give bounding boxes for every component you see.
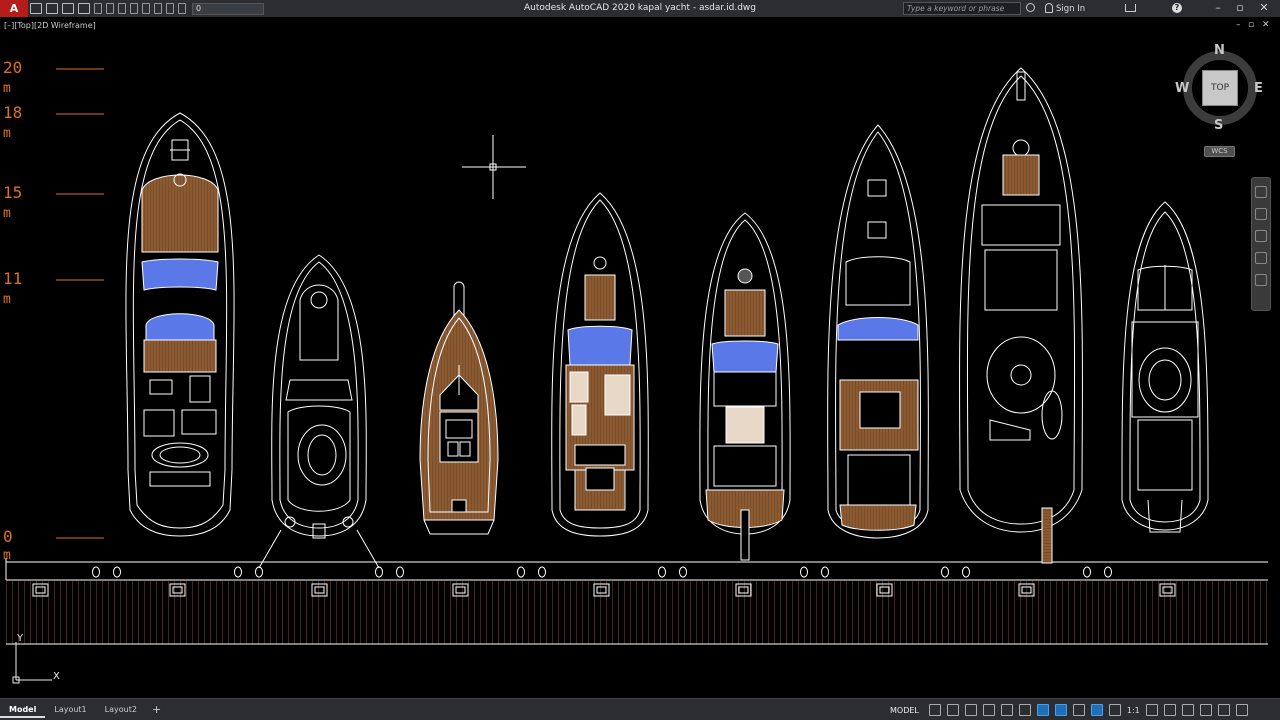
- compass-west[interactable]: W: [1175, 81, 1189, 96]
- sign-in-link[interactable]: Sign In: [1056, 4, 1085, 14]
- status-toggles: MODEL 1:1: [887, 702, 1251, 718]
- annotation-scale[interactable]: 1:1: [1127, 706, 1140, 715]
- redo-icon[interactable]: [130, 3, 138, 14]
- yacht-3: [419, 281, 499, 535]
- viewcube[interactable]: TOP N S E W: [1175, 43, 1263, 133]
- ucs-y-label: Y: [17, 633, 24, 644]
- user-icon[interactable]: [1045, 3, 1053, 13]
- add-layout-button[interactable]: +: [146, 703, 167, 716]
- plot-icon[interactable]: [94, 3, 102, 14]
- restore-button[interactable]: ▫: [1232, 1, 1248, 15]
- showmotion-icon[interactable]: [1255, 274, 1267, 286]
- scale-label-18: 18: [3, 103, 23, 122]
- autocad-logo-icon[interactable]: A: [0, 0, 28, 17]
- status-bar: Model Layout1 Layout2 + MODEL 1:1: [0, 698, 1280, 720]
- save-as-icon[interactable]: [78, 3, 90, 14]
- wcs-menu[interactable]: WCS: [1204, 146, 1235, 157]
- scale-unit-18: m: [3, 126, 11, 141]
- layer-lock-icon[interactable]: [166, 3, 174, 14]
- scale-label-20: 20: [3, 58, 23, 77]
- viewport-controls[interactable]: [–][Top][2D Wireframe]: [4, 21, 96, 30]
- isodraft-icon[interactable]: [1000, 704, 1013, 716]
- auto-scale-icon[interactable]: [1108, 704, 1121, 716]
- tab-layout2[interactable]: Layout2: [96, 702, 146, 718]
- new-file-icon[interactable]: [30, 3, 42, 14]
- yacht-5: [699, 212, 791, 561]
- layer-dropdown[interactable]: 0: [192, 2, 264, 15]
- yacht-6: [827, 124, 929, 539]
- crosshair-cursor: [462, 135, 526, 199]
- annotation-visibility-icon[interactable]: [1090, 704, 1103, 716]
- search-input[interactable]: Type a keyword or phrase: [903, 2, 1021, 15]
- scale-unit-0: m: [3, 548, 11, 563]
- navigation-bar: [1251, 177, 1271, 311]
- tab-close-icon[interactable]: ✕: [1262, 20, 1270, 30]
- pan-icon[interactable]: [1255, 208, 1267, 220]
- tab-restore-icon[interactable]: ▫: [1248, 20, 1254, 30]
- search-icon[interactable]: [1026, 3, 1035, 12]
- layer-color-icon[interactable]: [178, 3, 186, 14]
- scale-unit-20: m: [3, 81, 11, 96]
- lineweight-icon[interactable]: [1054, 704, 1067, 716]
- yacht-1: [125, 112, 235, 537]
- open-file-icon[interactable]: [46, 3, 58, 14]
- drawing-tab-bar: [0, 17, 1280, 35]
- compass-south[interactable]: S: [1214, 118, 1223, 133]
- save-icon[interactable]: [62, 3, 74, 14]
- snap-icon[interactable]: [946, 704, 959, 716]
- tab-model[interactable]: Model: [0, 702, 46, 718]
- polar-icon[interactable]: [982, 704, 995, 716]
- layer-sun-icon[interactable]: [154, 3, 162, 14]
- ucs-icon: [12, 642, 52, 684]
- zoom-extents-icon[interactable]: [1255, 230, 1267, 242]
- workspace-gear-icon[interactable]: [1145, 704, 1158, 716]
- isolate-objects-icon[interactable]: [1181, 704, 1194, 716]
- scale-ticks: [56, 68, 104, 539]
- tab-layout1[interactable]: Layout1: [45, 702, 95, 718]
- transparency-icon[interactable]: [1072, 704, 1085, 716]
- orbit-icon[interactable]: [1255, 252, 1267, 264]
- object-snap-icon[interactable]: [1036, 704, 1049, 716]
- print-icon[interactable]: [106, 3, 114, 14]
- add-icon[interactable]: [1163, 704, 1176, 716]
- undo-icon[interactable]: [118, 3, 126, 14]
- clean-screen-icon[interactable]: [1217, 704, 1230, 716]
- hardware-acceleration-icon[interactable]: [1199, 704, 1212, 716]
- compass-north[interactable]: N: [1214, 43, 1225, 58]
- scale-label-11: 11: [3, 269, 23, 288]
- close-button[interactable]: ✕: [1256, 1, 1272, 15]
- compass-east[interactable]: E: [1254, 81, 1263, 96]
- drawing-canvas[interactable]: 20 m 18 m 15 m 11 m 0 m Y X: [0, 35, 1280, 698]
- layer-bulb-icon[interactable]: [142, 3, 150, 14]
- yacht-8: [1121, 201, 1209, 533]
- ortho-icon[interactable]: [964, 704, 977, 716]
- yacht-drawing: [5, 67, 1268, 684]
- help-icon[interactable]: ?: [1172, 3, 1182, 13]
- minimize-button[interactable]: –: [1210, 1, 1226, 15]
- yacht-7: [959, 67, 1083, 564]
- scale-unit-11: m: [3, 292, 11, 307]
- yacht-2: [271, 254, 367, 539]
- yacht-4: [551, 192, 649, 537]
- customization-icon[interactable]: [1235, 704, 1248, 716]
- tab-minimize-icon[interactable]: –: [1236, 20, 1241, 30]
- grid-icon[interactable]: [928, 704, 941, 716]
- ucs-x-label: X: [53, 671, 60, 682]
- title-bar: A 0: [0, 0, 1280, 17]
- cart-icon[interactable]: [1125, 4, 1136, 12]
- viewcube-top-face[interactable]: TOP: [1202, 70, 1238, 106]
- dock: [5, 529, 1268, 645]
- steering-wheel-icon[interactable]: [1255, 186, 1267, 198]
- object-snap-tracking-icon[interactable]: [1018, 704, 1031, 716]
- scale-unit-15: m: [3, 206, 11, 221]
- scale-label-0: 0: [3, 527, 13, 546]
- model-space-button[interactable]: MODEL: [887, 706, 922, 715]
- scale-label-15: 15: [3, 183, 23, 202]
